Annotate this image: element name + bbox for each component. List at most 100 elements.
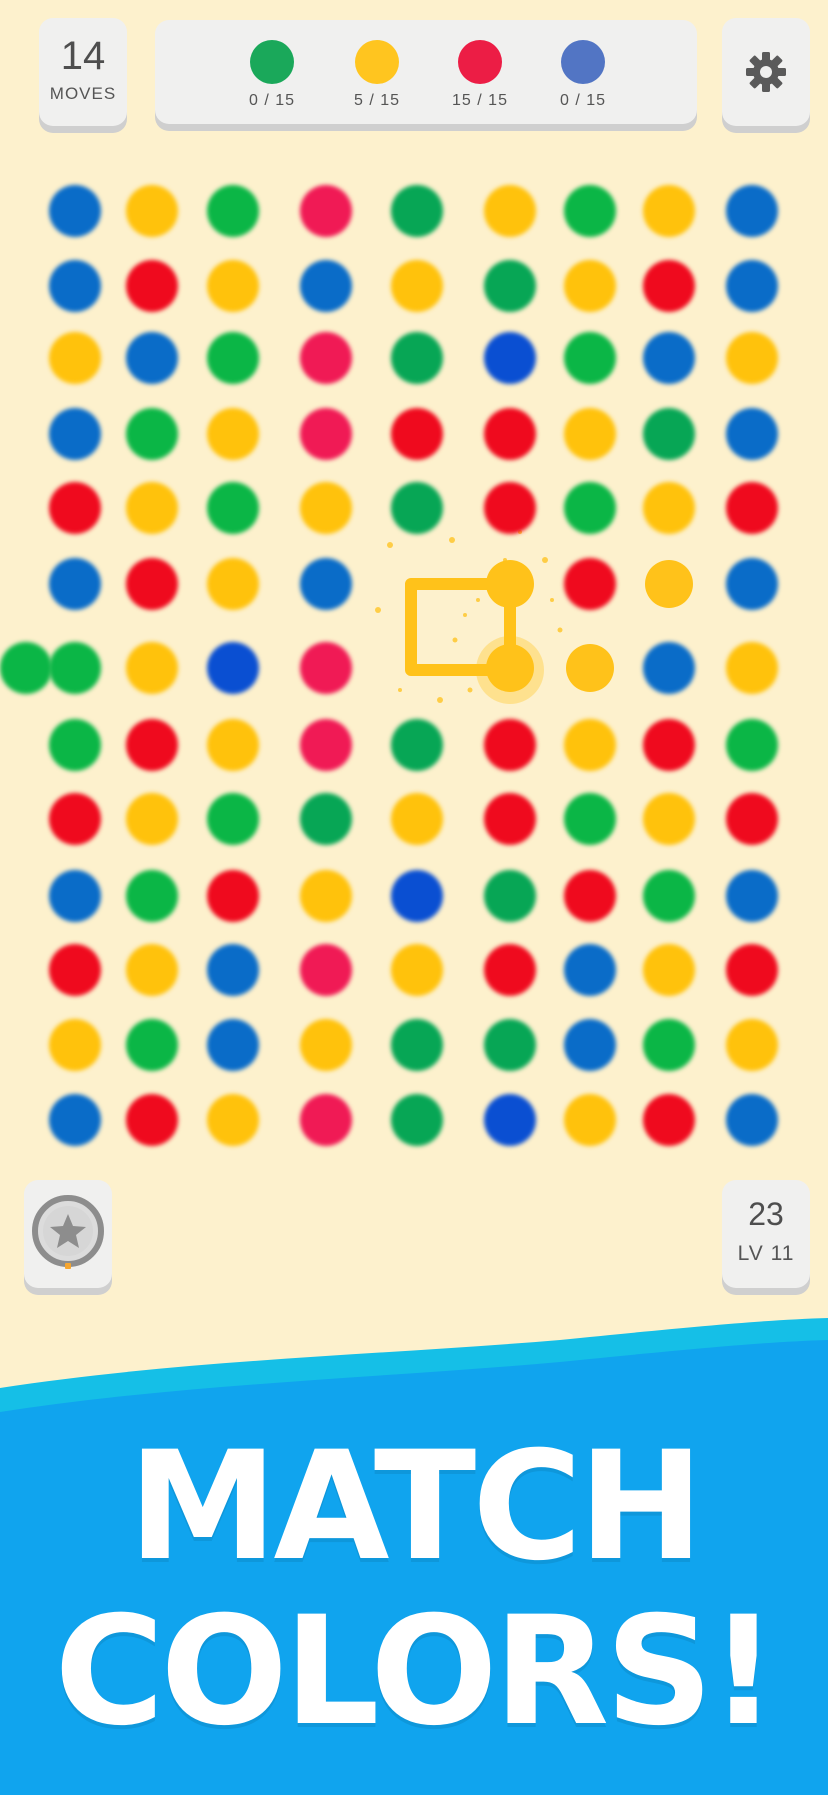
green-dot[interactable]: [126, 870, 178, 922]
yellow-dot[interactable]: [484, 185, 536, 237]
yellow-dot[interactable]: [300, 1019, 352, 1071]
pink-dot[interactable]: [300, 1094, 352, 1146]
green-dot[interactable]: [643, 1019, 695, 1071]
green-dot[interactable]: [391, 332, 443, 384]
red-dot[interactable]: [643, 1094, 695, 1146]
blue-dot[interactable]: [391, 870, 443, 922]
yellow-dot[interactable]: [207, 408, 259, 460]
pink-dot[interactable]: [300, 944, 352, 996]
red-dot[interactable]: [726, 944, 778, 996]
yellow-dot[interactable]: [49, 1019, 101, 1071]
green-dot[interactable]: [484, 1019, 536, 1071]
yellow-dot[interactable]: [726, 332, 778, 384]
red-dot[interactable]: [726, 482, 778, 534]
green-dot[interactable]: [207, 332, 259, 384]
green-dot[interactable]: [484, 870, 536, 922]
red-dot[interactable]: [126, 719, 178, 771]
blue-dot[interactable]: [726, 870, 778, 922]
green-dot[interactable]: [643, 870, 695, 922]
blue-dot[interactable]: [49, 185, 101, 237]
blue-dot[interactable]: [207, 642, 259, 694]
green-dot[interactable]: [391, 482, 443, 534]
yellow-dot[interactable]: [207, 260, 259, 312]
blue-dot[interactable]: [643, 332, 695, 384]
pink-dot[interactable]: [300, 719, 352, 771]
yellow-dot[interactable]: [643, 482, 695, 534]
yellow-dot[interactable]: [645, 560, 693, 608]
green-dot[interactable]: [564, 332, 616, 384]
blue-dot[interactable]: [643, 642, 695, 694]
red-dot[interactable]: [484, 408, 536, 460]
yellow-dot[interactable]: [207, 1094, 259, 1146]
yellow-dot[interactable]: [126, 185, 178, 237]
yellow-dot[interactable]: [564, 408, 616, 460]
red-dot[interactable]: [484, 944, 536, 996]
red-dot[interactable]: [564, 558, 616, 610]
blue-dot[interactable]: [564, 944, 616, 996]
yellow-dot[interactable]: [126, 944, 178, 996]
green-dot[interactable]: [484, 260, 536, 312]
yellow-dot[interactable]: [643, 944, 695, 996]
green-dot[interactable]: [126, 408, 178, 460]
blue-dot[interactable]: [207, 1019, 259, 1071]
yellow-dot[interactable]: [126, 793, 178, 845]
pink-dot[interactable]: [300, 642, 352, 694]
green-dot[interactable]: [0, 642, 52, 694]
red-dot[interactable]: [49, 793, 101, 845]
yellow-dot[interactable]: [643, 185, 695, 237]
green-dot[interactable]: [391, 1094, 443, 1146]
blue-dot[interactable]: [484, 1094, 536, 1146]
blue-dot[interactable]: [49, 1094, 101, 1146]
blue-dot[interactable]: [726, 558, 778, 610]
red-dot[interactable]: [126, 1094, 178, 1146]
green-dot[interactable]: [391, 1019, 443, 1071]
yellow-dot[interactable]: [726, 1019, 778, 1071]
yellow-dot[interactable]: [49, 332, 101, 384]
yellow-dot[interactable]: [391, 793, 443, 845]
green-dot[interactable]: [207, 793, 259, 845]
green-dot[interactable]: [49, 719, 101, 771]
green-dot[interactable]: [49, 642, 101, 694]
blue-dot[interactable]: [726, 408, 778, 460]
yellow-dot[interactable]: [207, 719, 259, 771]
red-dot[interactable]: [126, 260, 178, 312]
blue-dot[interactable]: [207, 944, 259, 996]
red-dot[interactable]: [484, 482, 536, 534]
green-dot[interactable]: [207, 482, 259, 534]
blue-dot[interactable]: [484, 332, 536, 384]
green-dot[interactable]: [643, 408, 695, 460]
yellow-dot[interactable]: [564, 1094, 616, 1146]
yellow-dot[interactable]: [726, 642, 778, 694]
pink-dot[interactable]: [300, 332, 352, 384]
green-dot[interactable]: [300, 793, 352, 845]
yellow-dot[interactable]: [300, 482, 352, 534]
powerup-button[interactable]: [24, 1180, 112, 1288]
blue-dot[interactable]: [726, 1094, 778, 1146]
yellow-dot[interactable]: [486, 560, 534, 608]
red-dot[interactable]: [126, 558, 178, 610]
blue-dot[interactable]: [726, 185, 778, 237]
blue-dot[interactable]: [126, 332, 178, 384]
yellow-dot[interactable]: [126, 482, 178, 534]
red-dot[interactable]: [484, 793, 536, 845]
blue-dot[interactable]: [726, 260, 778, 312]
blue-dot[interactable]: [564, 1019, 616, 1071]
blue-dot[interactable]: [300, 260, 352, 312]
blue-dot[interactable]: [300, 558, 352, 610]
red-dot[interactable]: [207, 870, 259, 922]
yellow-dot[interactable]: [564, 719, 616, 771]
yellow-dot[interactable]: [643, 793, 695, 845]
green-dot[interactable]: [726, 719, 778, 771]
red-dot[interactable]: [726, 793, 778, 845]
red-dot[interactable]: [564, 870, 616, 922]
blue-dot[interactable]: [49, 558, 101, 610]
green-dot[interactable]: [564, 793, 616, 845]
green-dot[interactable]: [564, 185, 616, 237]
red-dot[interactable]: [484, 719, 536, 771]
green-dot[interactable]: [391, 719, 443, 771]
yellow-dot[interactable]: [126, 642, 178, 694]
yellow-dot[interactable]: [564, 260, 616, 312]
green-dot[interactable]: [564, 482, 616, 534]
yellow-dot[interactable]: [300, 870, 352, 922]
game-board[interactable]: [0, 0, 828, 1160]
